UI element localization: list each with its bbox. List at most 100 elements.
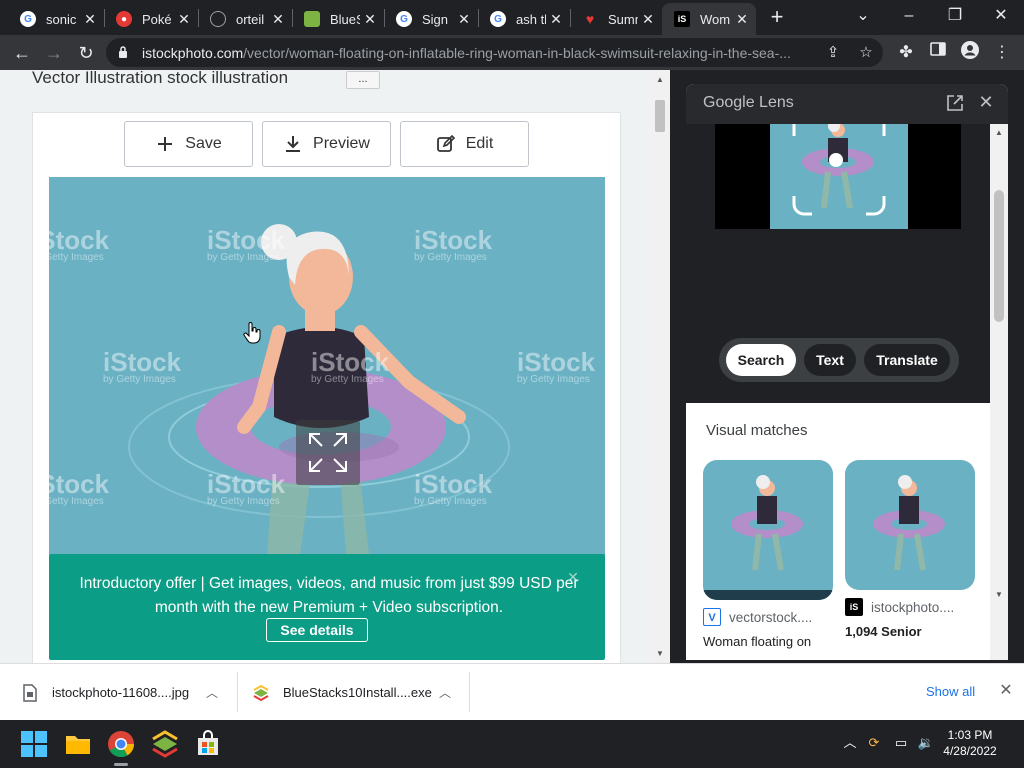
active-app-indicator <box>114 763 128 766</box>
tab-orteil[interactable]: orteil ✕ <box>198 3 292 35</box>
share-icon[interactable]: ⇪ <box>823 43 843 63</box>
mode-search-button[interactable]: Search <box>726 344 796 376</box>
expand-icon[interactable] <box>296 420 360 485</box>
match-source: V vectorstock.... <box>703 608 833 626</box>
tab-sonic[interactable]: G sonic ✕ <box>8 3 104 35</box>
bookmark-star-icon[interactable]: ☆ <box>856 43 876 63</box>
chrome-icon[interactable] <box>107 730 135 758</box>
istock-watermark: iStockby Getty Images <box>103 347 182 385</box>
istock-watermark: iStockby Getty Images <box>517 347 596 385</box>
download-name: istockphoto-11608....jpg <box>52 685 190 700</box>
vectorstock-icon: V <box>703 608 721 626</box>
match-thumbnail <box>703 460 833 600</box>
side-panel: Google Lens ✕ Search Text Translate Visu… <box>670 70 1024 663</box>
lens-selected-image[interactable] <box>770 124 908 229</box>
reload-button[interactable]: ↻ <box>74 41 98 65</box>
download-item[interactable]: istockphoto-11608....jpg ︿ <box>22 664 232 721</box>
mode-translate-button[interactable]: Translate <box>864 344 950 376</box>
close-icon[interactable]: ✕ <box>176 11 192 27</box>
browser-toolbar: ← → ↻ istockphoto.com/vector/woman-float… <box>0 35 1024 70</box>
close-icon[interactable]: ✕ <box>548 11 564 27</box>
tab-ash[interactable]: G ash th ✕ <box>478 3 570 35</box>
tab-bluestacks[interactable]: BlueS ✕ <box>292 3 384 35</box>
open-in-new-tab-icon[interactable] <box>946 94 964 112</box>
downloads-shelf: istockphoto-11608....jpg ︿ BlueStacks10I… <box>0 663 1024 720</box>
volume-icon[interactable]: 🔉 <box>917 734 935 752</box>
file-icon <box>23 683 37 702</box>
close-icon[interactable]: ✕ <box>82 11 98 27</box>
close-icon[interactable]: ✕ <box>640 11 656 27</box>
monitor-icon[interactable]: ▭ <box>892 734 910 752</box>
hand-cursor-icon <box>243 322 261 344</box>
store-icon[interactable] <box>194 730 222 758</box>
side-panel-icon[interactable] <box>926 41 950 65</box>
visual-match-card[interactable]: V vectorstock.... Woman floating on <box>703 460 833 649</box>
close-icon[interactable]: ✕ <box>362 11 378 27</box>
istock-watermark: iStockby Getty Images <box>414 225 493 263</box>
chevron-up-icon[interactable]: ︿ <box>841 734 859 752</box>
tab-strip: G sonic ✕ ● Poké ✕ orteil ✕ BlueS ✕ G Si… <box>0 0 1024 35</box>
promo-banner: Introductory offer | Get images, videos,… <box>49 554 605 660</box>
scroll-thumb[interactable] <box>655 100 665 132</box>
match-description: Woman floating on <box>703 634 812 649</box>
close-window-button[interactable]: ✕ <box>986 4 1016 28</box>
sync-icon[interactable]: ⟳ <box>865 734 883 752</box>
scroll-up-icon[interactable]: ▲ <box>994 128 1004 138</box>
edit-label: Edit <box>465 135 494 152</box>
save-button[interactable]: Save <box>124 121 253 167</box>
close-icon[interactable]: ✕ <box>976 92 996 112</box>
system-clock[interactable]: 1:03 PM 4/28/2022 <box>940 727 1000 759</box>
tab-summ[interactable]: ♥ Summ ✕ <box>570 3 662 35</box>
windows-start-icon[interactable] <box>20 730 48 758</box>
edit-button[interactable]: Edit <box>400 121 529 167</box>
tab-sign-in[interactable]: G Sign i ✕ <box>384 3 478 35</box>
tab-pokemon[interactable]: ● Poké ✕ <box>104 3 198 35</box>
new-tab-button[interactable]: + <box>766 6 788 28</box>
scroll-up-icon[interactable]: ▲ <box>655 75 665 85</box>
close-icon[interactable]: ✕ <box>566 570 580 584</box>
close-icon[interactable]: ✕ <box>270 11 286 27</box>
pokeball-icon: ● <box>116 11 132 27</box>
more-button[interactable]: ... <box>346 71 380 89</box>
file-explorer-icon[interactable] <box>64 730 92 758</box>
tab-label: sonic <box>46 11 76 27</box>
address-bar[interactable]: istockphoto.com/vector/woman-floating-on… <box>106 38 883 67</box>
chevron-up-icon[interactable]: ︿ <box>439 684 451 701</box>
lens-scrollbar[interactable]: ▲ ▼ <box>990 124 1008 660</box>
mode-text-button[interactable]: Text <box>804 344 856 376</box>
tab-woman[interactable]: iS Wom ✕ <box>662 3 756 35</box>
istock-watermark: iStockby Getty Images <box>414 469 493 507</box>
scroll-thumb[interactable] <box>994 190 1004 322</box>
heart-icon: ♥ <box>585 11 595 27</box>
menu-icon[interactable]: ⋮ <box>990 41 1014 65</box>
scroll-down-icon[interactable]: ▼ <box>655 649 665 659</box>
close-icon[interactable]: ✕ <box>996 681 1016 701</box>
see-details-button[interactable]: See details <box>266 618 368 642</box>
restore-button[interactable]: ❐ <box>940 4 970 28</box>
show-all-link[interactable]: Show all <box>926 684 975 699</box>
lock-icon <box>119 46 127 58</box>
close-icon[interactable]: ✕ <box>456 11 472 27</box>
tab-label: Sign i <box>422 11 452 27</box>
tab-search-icon[interactable]: ⌄ <box>848 4 878 28</box>
page-title: Vector Illustration stock illustration <box>32 70 289 87</box>
minimize-button[interactable]: – <box>894 4 924 28</box>
visual-match-card[interactable]: iS istockphoto.... 1,094 Senior <box>845 460 975 639</box>
extensions-icon[interactable]: ✤ <box>894 41 918 65</box>
lens-title: Google Lens <box>703 94 794 111</box>
page-scrollbar[interactable]: ▲ ▼ <box>650 70 670 663</box>
chevron-up-icon[interactable]: ︿ <box>206 684 218 701</box>
profile-icon[interactable] <box>958 41 982 65</box>
tab-label: Poké <box>142 11 172 27</box>
download-item[interactable]: BlueStacks10Install....exe ︿ <box>253 664 463 721</box>
forward-button[interactable]: → <box>42 41 66 65</box>
match-thumbnail <box>845 460 975 590</box>
back-button[interactable]: ← <box>10 41 34 65</box>
preview-button[interactable]: Preview <box>262 121 391 167</box>
close-icon[interactable]: ✕ <box>734 11 750 27</box>
bluestacks-icon <box>304 11 320 27</box>
scroll-down-icon[interactable]: ▼ <box>994 590 1004 600</box>
bluestacks-icon[interactable] <box>151 730 179 758</box>
istock-icon: iS <box>674 11 690 27</box>
clock-date: 4/28/2022 <box>943 744 997 758</box>
